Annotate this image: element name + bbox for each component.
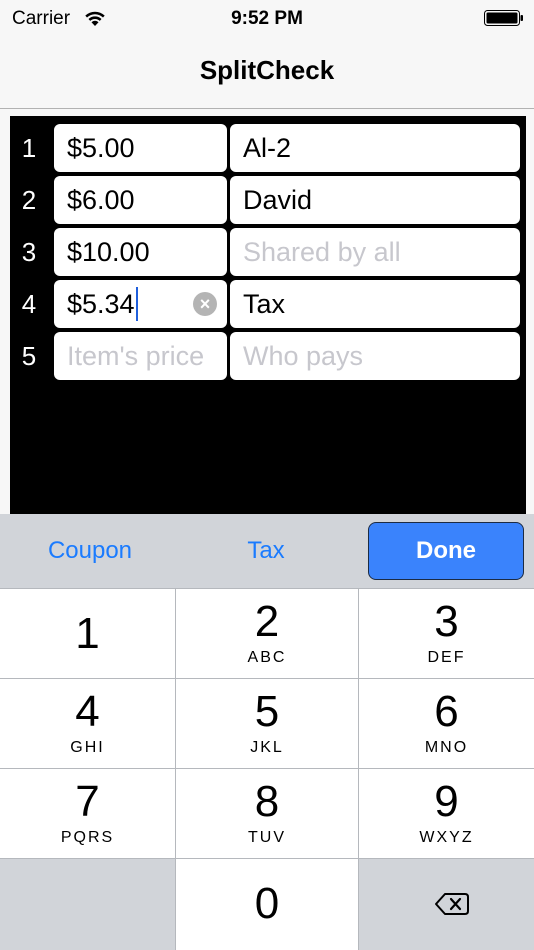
price-value: $6.00 bbox=[67, 185, 135, 215]
payer-field[interactable]: Al-2 bbox=[230, 124, 520, 172]
payer-field[interactable]: Who pays bbox=[230, 332, 520, 380]
key-1[interactable]: 1 bbox=[0, 589, 175, 678]
coupon-button[interactable]: Coupon bbox=[30, 526, 150, 576]
done-button[interactable]: Done bbox=[368, 522, 524, 580]
key-digit: 9 bbox=[434, 777, 459, 826]
payer-placeholder: Shared by all bbox=[243, 237, 401, 267]
key-6[interactable]: 6 MNO bbox=[359, 679, 534, 768]
key-9[interactable]: 9 WXYZ bbox=[359, 769, 534, 858]
key-0[interactable]: 0 bbox=[176, 859, 358, 950]
price-field-active[interactable]: $5.34 × bbox=[54, 280, 227, 328]
key-digit: 7 bbox=[75, 777, 100, 826]
clock-time: 9:52 PM bbox=[231, 8, 303, 29]
payer-field[interactable]: David bbox=[230, 176, 520, 224]
key-3[interactable]: 3 DEF bbox=[359, 589, 534, 678]
price-value: $5.34 bbox=[67, 289, 135, 319]
blank-key bbox=[0, 859, 175, 950]
text-caret bbox=[135, 286, 138, 321]
key-letters: DEF bbox=[427, 649, 466, 666]
price-field[interactable]: $5.00 bbox=[54, 124, 227, 172]
key-digit: 4 bbox=[75, 687, 100, 736]
key-letters: PQRS bbox=[60, 829, 115, 846]
item-row: 3 $10.00 Shared by all bbox=[10, 226, 526, 278]
status-bar: Carrier 9:52 PM bbox=[0, 0, 534, 38]
tax-button[interactable]: Tax bbox=[206, 526, 326, 576]
key-digit: 8 bbox=[254, 777, 280, 826]
key-letters: TUV bbox=[248, 829, 286, 846]
keyboard-accessory-bar: Coupon Tax Done bbox=[0, 514, 534, 588]
key-7[interactable]: 7 PQRS bbox=[0, 769, 175, 858]
row-number: 3 bbox=[21, 237, 37, 267]
clear-icon[interactable]: × bbox=[193, 292, 217, 316]
price-value: $5.00 bbox=[67, 133, 135, 163]
key-5[interactable]: 5 JKL bbox=[176, 679, 358, 768]
key-letters: JKL bbox=[250, 739, 284, 756]
payer-field[interactable]: Tax bbox=[230, 280, 520, 328]
number-keypad: 1 2 ABC 3 DEF 4 GHI 5 JKL 6 MNO 7 PQRS 8… bbox=[0, 588, 534, 950]
key-8[interactable]: 8 TUV bbox=[176, 769, 358, 858]
price-field[interactable]: Item's price bbox=[54, 332, 227, 380]
price-placeholder: Item's price bbox=[67, 341, 205, 371]
battery-icon bbox=[484, 10, 523, 26]
key-letters: ABC bbox=[247, 649, 287, 666]
item-row: 2 $6.00 David bbox=[10, 174, 526, 226]
items-list: 1 $5.00 Al-2 2 $6.00 David 3 $10.00 Shar… bbox=[10, 116, 526, 514]
payer-value: Tax bbox=[243, 289, 286, 319]
payer-field[interactable]: Shared by all bbox=[230, 228, 520, 276]
payer-value: Al-2 bbox=[243, 133, 292, 163]
price-field[interactable]: $6.00 bbox=[54, 176, 227, 224]
key-letters: GHI bbox=[70, 739, 105, 756]
top-bar: Carrier 9:52 PM SplitCheck bbox=[0, 0, 534, 109]
delete-key[interactable] bbox=[359, 859, 534, 950]
backspace-icon bbox=[435, 893, 469, 915]
key-digit: 6 bbox=[434, 687, 459, 736]
row-number: 4 bbox=[21, 289, 37, 319]
key-digit: 1 bbox=[75, 609, 100, 658]
row-number: 5 bbox=[21, 341, 37, 371]
key-digit: 3 bbox=[434, 597, 459, 646]
key-letters: WXYZ bbox=[419, 829, 474, 846]
item-row: 4 $5.34 × Tax bbox=[10, 278, 526, 330]
key-digit: 0 bbox=[254, 879, 280, 928]
key-letters: MNO bbox=[424, 739, 469, 756]
key-2[interactable]: 2 ABC bbox=[176, 589, 358, 678]
key-4[interactable]: 4 GHI bbox=[0, 679, 175, 768]
price-field[interactable]: $10.00 bbox=[54, 228, 227, 276]
key-digit: 5 bbox=[254, 687, 280, 736]
item-row: 5 Item's price Who pays bbox=[10, 330, 526, 382]
price-value: $10.00 bbox=[67, 237, 150, 267]
page-title: SplitCheck bbox=[199, 55, 335, 85]
row-number: 2 bbox=[21, 185, 37, 215]
key-digit: 2 bbox=[254, 597, 280, 646]
payer-value: David bbox=[243, 185, 313, 215]
row-number: 1 bbox=[21, 133, 37, 163]
payer-placeholder: Who pays bbox=[243, 341, 364, 371]
item-row: 1 $5.00 Al-2 bbox=[10, 122, 526, 174]
